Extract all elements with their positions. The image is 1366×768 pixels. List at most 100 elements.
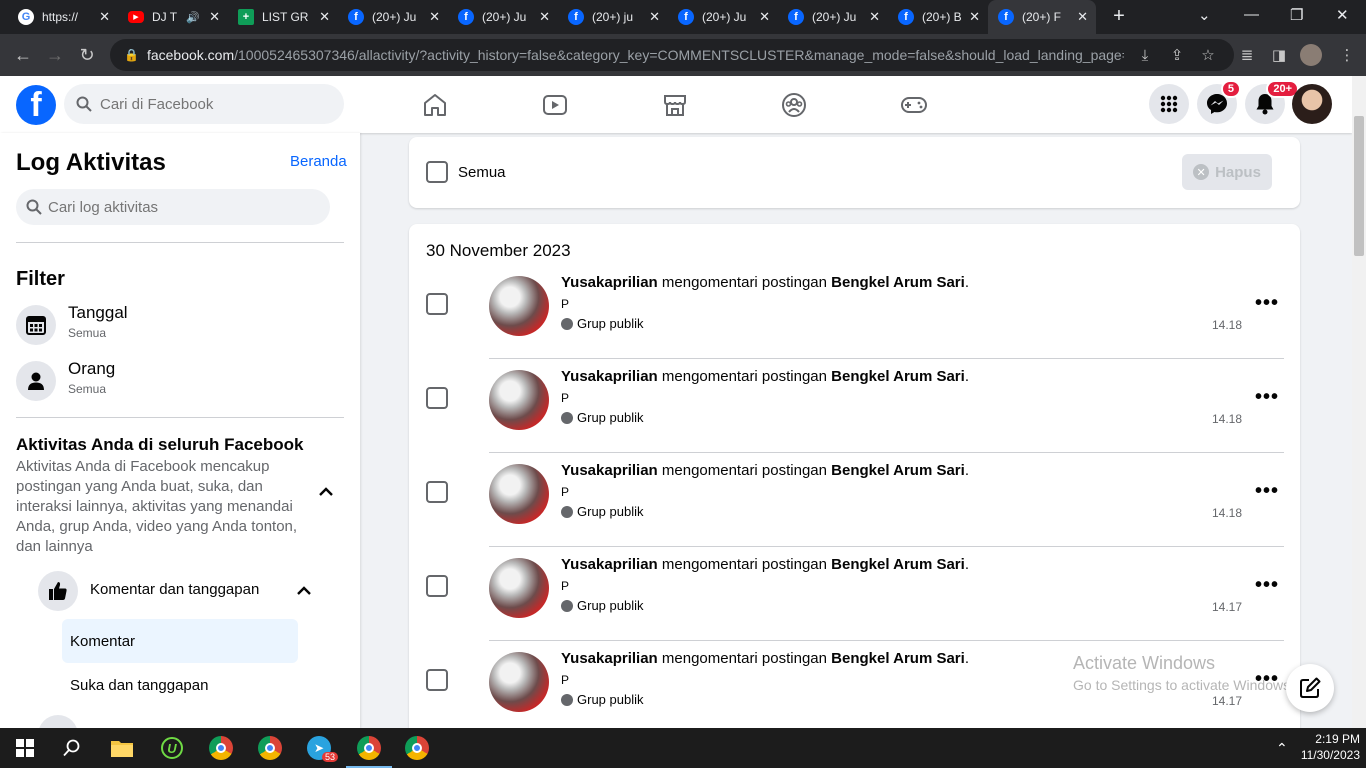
system-clock[interactable]: 2:19 PM 11/30/2023 <box>1294 731 1360 763</box>
account-avatar[interactable] <box>1292 84 1332 124</box>
chevron-up-icon[interactable] <box>296 583 312 604</box>
post-thumbnail[interactable] <box>489 558 549 618</box>
close-icon[interactable]: ✕ <box>1077 9 1088 25</box>
install-icon[interactable]: ⤓ <box>1134 44 1156 66</box>
tab-search-icon[interactable]: ⌄ <box>1198 6 1211 24</box>
row-checkbox[interactable] <box>426 387 448 409</box>
facebook-logo[interactable]: f <box>16 85 56 125</box>
browser-tab[interactable]: f (20+) Ju ✕ <box>338 0 448 34</box>
scrollbar-thumb[interactable] <box>1354 116 1364 256</box>
activity-text[interactable]: Yusakaprilian mengomentari postingan Ben… <box>561 556 969 573</box>
notifications-button[interactable]: 20+ <box>1245 80 1299 124</box>
back-button[interactable]: ← <box>8 34 38 76</box>
activity-text[interactable]: Yusakaprilian mengomentari postingan Ben… <box>561 368 969 385</box>
chrome-active-icon[interactable] <box>346 734 392 768</box>
delete-button[interactable]: ✕ Hapus <box>1182 154 1272 190</box>
row-checkbox[interactable] <box>426 293 448 315</box>
more-options-icon[interactable]: ••• <box>1255 480 1279 503</box>
close-icon[interactable]: ✕ <box>429 9 440 25</box>
activity-text[interactable]: Yusakaprilian mengomentari postingan Ben… <box>561 650 969 667</box>
home-icon[interactable] <box>419 89 451 121</box>
filter-date[interactable]: Tanggal Semua <box>16 300 344 350</box>
row-checkbox[interactable] <box>426 575 448 597</box>
activity-row[interactable]: Yusakaprilian mengomentari postingan Ben… <box>409 358 1300 453</box>
sub-item-comments[interactable]: Komentar <box>62 619 298 663</box>
close-icon[interactable]: ✕ <box>99 9 110 25</box>
browser-tab[interactable]: f (20+) Ju ✕ <box>778 0 888 34</box>
share-icon[interactable]: ⇪ <box>1166 44 1188 66</box>
filter-people[interactable]: Orang Semua <box>16 356 344 406</box>
gaming-icon[interactable] <box>898 89 930 121</box>
menu-grid-button[interactable] <box>1149 84 1189 124</box>
close-window-button[interactable]: ✕ <box>1336 6 1349 24</box>
upwork-icon[interactable]: U <box>157 734 187 762</box>
more-options-icon[interactable]: ••• <box>1255 386 1279 409</box>
activity-search-input[interactable] <box>48 198 308 216</box>
chrome-profile-icon[interactable] <box>255 734 285 762</box>
search-icon[interactable] <box>57 734 87 762</box>
browser-tab[interactable]: f (20+) ju ✕ <box>558 0 668 34</box>
close-icon[interactable]: ✕ <box>319 9 330 25</box>
home-link[interactable]: Beranda <box>290 153 347 170</box>
browser-tab[interactable]: f (20+) B ✕ <box>888 0 988 34</box>
maximize-button[interactable]: ❐ <box>1290 6 1303 24</box>
activity-text[interactable]: Yusakaprilian mengomentari postingan Ben… <box>561 462 969 479</box>
activity-search[interactable] <box>16 189 330 225</box>
category-comments-reactions[interactable]: Komentar dan tanggapan <box>38 571 338 611</box>
row-checkbox[interactable] <box>426 481 448 503</box>
media-control-icon[interactable]: ≣ <box>1236 44 1258 66</box>
activity-text[interactable]: Yusakaprilian mengomentari postingan Ben… <box>561 274 969 291</box>
minimize-button[interactable]: — <box>1244 6 1259 23</box>
select-all-checkbox[interactable] <box>426 161 448 183</box>
sub-item-likes-reactions[interactable]: Suka dan tanggapan <box>62 663 298 707</box>
browser-tab[interactable]: f (20+) Ju ✕ <box>668 0 778 34</box>
browser-tab[interactable]: G https:// ✕ <box>8 0 118 34</box>
browser-tab-active[interactable]: f (20+) F ✕ <box>988 0 1096 34</box>
post-thumbnail[interactable] <box>489 276 549 336</box>
side-panel-icon[interactable]: ◨ <box>1268 44 1290 66</box>
next-category-icon[interactable] <box>38 715 78 728</box>
bookmark-star-icon[interactable]: ☆ <box>1197 44 1219 66</box>
video-icon[interactable] <box>539 89 571 121</box>
row-checkbox[interactable] <box>426 669 448 691</box>
chevron-up-icon[interactable]: ⌃ <box>1276 740 1288 757</box>
messenger-button[interactable]: 5 <box>1197 80 1241 124</box>
groups-icon[interactable] <box>778 89 810 121</box>
target-name[interactable]: Bengkel Arum Sari <box>831 650 965 667</box>
browser-tab[interactable]: ▶ DJ T 🔊 ✕ <box>118 0 228 34</box>
close-icon[interactable]: ✕ <box>869 9 880 25</box>
actor-name[interactable]: Yusakaprilian <box>561 650 658 667</box>
activity-row[interactable]: Yusakaprilian mengomentari postingan Ben… <box>409 452 1300 547</box>
browser-tab[interactable]: + LIST GR ✕ <box>228 0 338 34</box>
actor-name[interactable]: Yusakaprilian <box>561 274 658 291</box>
more-options-icon[interactable]: ••• <box>1255 574 1279 597</box>
close-icon[interactable]: ✕ <box>539 9 550 25</box>
windows-start-icon[interactable] <box>10 734 40 762</box>
chrome-b-profile-icon[interactable] <box>402 734 432 762</box>
speaker-icon[interactable]: 🔊 <box>186 11 200 24</box>
marketplace-icon[interactable] <box>659 89 691 121</box>
more-options-icon[interactable]: ••• <box>1255 292 1279 315</box>
profile-avatar[interactable] <box>1300 44 1322 66</box>
file-explorer-icon[interactable] <box>107 734 137 762</box>
post-thumbnail[interactable] <box>489 370 549 430</box>
close-icon[interactable]: ✕ <box>969 9 980 25</box>
chevron-up-icon[interactable] <box>318 484 334 505</box>
address-bar[interactable]: 🔒 facebook.com /100052465307346/allactiv… <box>110 39 1234 71</box>
new-message-button[interactable] <box>1286 664 1334 712</box>
page-scrollbar[interactable] <box>1352 76 1366 728</box>
target-name[interactable]: Bengkel Arum Sari <box>831 556 965 573</box>
close-icon[interactable]: ✕ <box>209 9 220 25</box>
browser-tab[interactable]: f (20+) Ju ✕ <box>448 0 558 34</box>
activity-row[interactable]: Yusakaprilian mengomentari postingan Ben… <box>409 546 1300 641</box>
target-name[interactable]: Bengkel Arum Sari <box>831 274 965 291</box>
target-name[interactable]: Bengkel Arum Sari <box>831 368 965 385</box>
facebook-search-input[interactable] <box>100 95 320 113</box>
actor-name[interactable]: Yusakaprilian <box>561 368 658 385</box>
menu-icon[interactable]: ⋮ <box>1336 44 1358 66</box>
telegram-icon[interactable]: ➤ 53 <box>304 734 338 762</box>
chrome-icon[interactable] <box>206 734 236 762</box>
close-icon[interactable]: ✕ <box>649 9 660 25</box>
actor-name[interactable]: Yusakaprilian <box>561 462 658 479</box>
post-thumbnail[interactable] <box>489 652 549 712</box>
